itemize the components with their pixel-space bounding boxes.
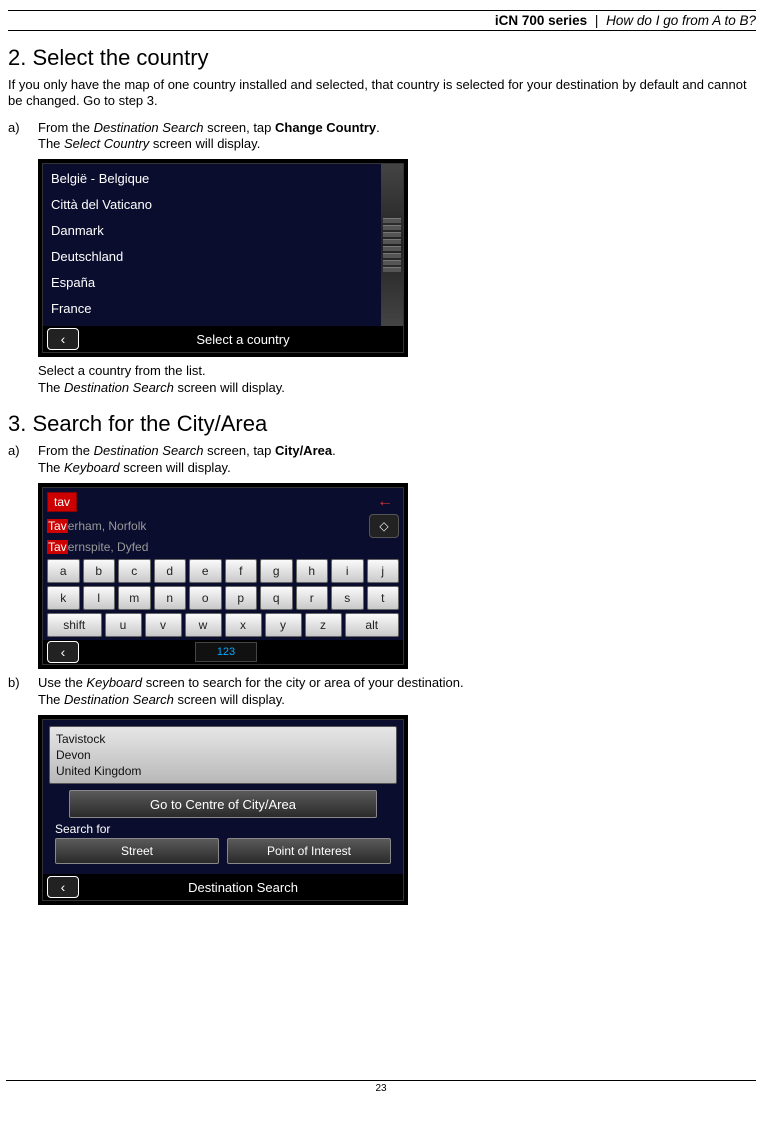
shift-key[interactable]: shift: [47, 613, 102, 637]
header-divider: |: [595, 13, 599, 28]
product-name: iCN 700 series: [495, 13, 587, 28]
page-number: 23: [6, 1080, 756, 1094]
back-button[interactable]: ‹: [47, 641, 79, 663]
scroll-suggest-button[interactable]: ◇: [369, 514, 399, 538]
key[interactable]: o: [189, 586, 222, 610]
screenshot-keyboard: tav ← Taverham, Norfolk ◇ Tavernspite, D…: [38, 483, 408, 669]
page-header: iCN 700 series | How do I go from A to B…: [8, 11, 756, 30]
step-label: a): [8, 120, 38, 154]
poi-button[interactable]: Point of Interest: [227, 838, 391, 864]
keyboard: a b c d e f g h i j k l m n o p: [43, 556, 403, 637]
loc-line: United Kingdom: [56, 763, 390, 779]
screen-title: Destination Search: [83, 880, 403, 895]
key[interactable]: h: [296, 559, 329, 583]
key[interactable]: f: [225, 559, 258, 583]
after-text: Select a country from the list.: [38, 363, 206, 378]
country-item[interactable]: Danmark: [51, 220, 381, 246]
key[interactable]: e: [189, 559, 222, 583]
key[interactable]: j: [367, 559, 400, 583]
key[interactable]: t: [367, 586, 400, 610]
country-item[interactable]: France: [51, 298, 381, 324]
searchfor-label: Search for: [55, 822, 391, 836]
key[interactable]: y: [265, 613, 302, 637]
key[interactable]: s: [331, 586, 364, 610]
country-list: België - Belgique Città del Vaticano Dan…: [43, 164, 381, 326]
step-label: a): [8, 443, 38, 477]
screenshot-select-country: België - Belgique Città del Vaticano Dan…: [38, 159, 408, 357]
key[interactable]: w: [185, 613, 222, 637]
key[interactable]: i: [331, 559, 364, 583]
key[interactable]: u: [105, 613, 142, 637]
step-desc: From the Destination Search screen, tap …: [38, 120, 756, 154]
key[interactable]: x: [225, 613, 262, 637]
back-button[interactable]: ‹: [47, 328, 79, 350]
step-label: b): [8, 675, 38, 709]
numeric-key[interactable]: 123: [195, 642, 257, 662]
street-button[interactable]: Street: [55, 838, 219, 864]
key[interactable]: c: [118, 559, 151, 583]
backspace-icon[interactable]: ←: [377, 493, 399, 511]
goto-centre-button[interactable]: Go to Centre of City/Area: [69, 790, 377, 818]
key[interactable]: g: [260, 559, 293, 583]
key[interactable]: q: [260, 586, 293, 610]
country-item[interactable]: Deutschland: [51, 246, 381, 272]
country-item[interactable]: España: [51, 272, 381, 298]
section-3-title: 3. Search for the City/Area: [8, 411, 756, 437]
section-name: How do I go from A to B?: [606, 13, 756, 28]
key[interactable]: n: [154, 586, 187, 610]
key[interactable]: v: [145, 613, 182, 637]
key[interactable]: b: [83, 559, 116, 583]
country-item[interactable]: Città del Vaticano: [51, 194, 381, 220]
key[interactable]: p: [225, 586, 258, 610]
loc-line: Devon: [56, 747, 390, 763]
key[interactable]: z: [305, 613, 342, 637]
key[interactable]: a: [47, 559, 80, 583]
back-button[interactable]: ‹: [47, 876, 79, 898]
screenshot-destination-search: Tavistock Devon United Kingdom Go to Cen…: [38, 715, 408, 906]
suggestion-item[interactable]: Tavernspite, Dyfed: [47, 540, 148, 554]
suggestion-item[interactable]: Taverham, Norfolk: [47, 519, 146, 533]
alt-key[interactable]: alt: [345, 613, 400, 637]
key[interactable]: k: [47, 586, 80, 610]
key[interactable]: l: [83, 586, 116, 610]
key[interactable]: m: [118, 586, 151, 610]
search-input[interactable]: tav: [47, 492, 77, 512]
loc-line: Tavistock: [56, 731, 390, 747]
location-panel: Tavistock Devon United Kingdom: [49, 726, 397, 785]
section-2-intro: If you only have the map of one country …: [8, 77, 756, 110]
scrollbar[interactable]: [381, 164, 403, 326]
country-item[interactable]: België - Belgique: [51, 168, 381, 194]
key[interactable]: r: [296, 586, 329, 610]
screen-title: Select a country: [83, 332, 403, 347]
section-2-title: 2. Select the country: [8, 45, 756, 71]
key[interactable]: d: [154, 559, 187, 583]
